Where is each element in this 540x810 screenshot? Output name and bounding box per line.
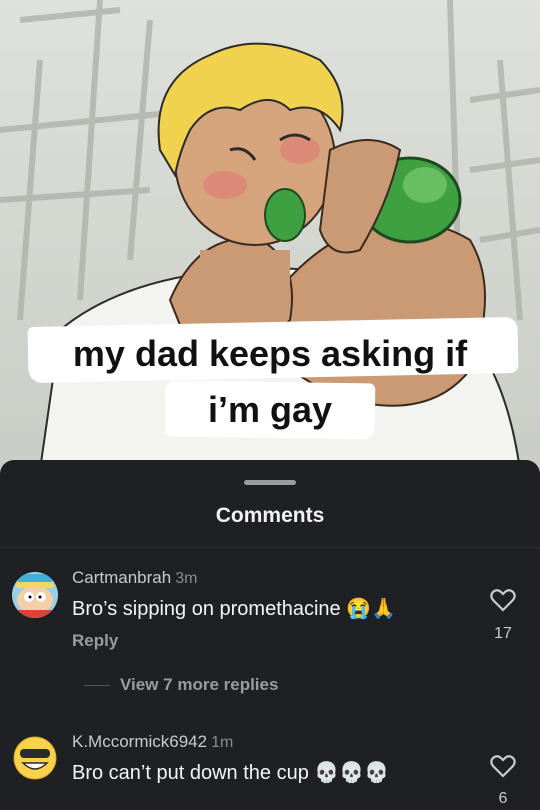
- heart-icon[interactable]: [490, 588, 516, 612]
- meme-caption-line: my dad keeps asking if: [72, 333, 468, 374]
- view-more-replies[interactable]: View 7 more replies: [120, 675, 278, 695]
- drag-handle[interactable]: [244, 480, 296, 485]
- cartoon-avatar-icon: [12, 572, 58, 618]
- reply-button[interactable]: Reply: [72, 631, 118, 651]
- avatar[interactable]: [12, 735, 58, 781]
- comment-text: Bro can’t put down the cup 💀💀💀: [72, 762, 390, 784]
- smiley-avatar-icon: [12, 735, 58, 781]
- comment-username[interactable]: Cartmanbrah 3m: [72, 568, 197, 588]
- comment-time: 3m: [175, 570, 198, 587]
- avatar[interactable]: [12, 572, 58, 618]
- comment-time: 1m: [211, 734, 234, 751]
- comment-username-text[interactable]: Cartmanbrah: [72, 568, 171, 587]
- comments-title: Comments: [215, 504, 325, 527]
- divider: [0, 547, 540, 548]
- like-count: 17: [494, 625, 512, 642]
- comments-sheet: Comments Cartmanbrah 3m Bro’s sipping on …: [0, 460, 540, 810]
- comment-username-text[interactable]: K.Mccormick6942: [72, 732, 207, 751]
- divider: [84, 685, 110, 686]
- comment-username[interactable]: K.Mccormick6942 1m: [72, 732, 233, 752]
- meme-caption-line: i’m gay: [207, 389, 333, 430]
- like-count: 6: [498, 790, 508, 807]
- heart-icon[interactable]: [490, 754, 516, 778]
- meme-image: my dad keeps asking if i’m gay: [0, 0, 540, 470]
- meme-caption: my dad keeps asking if i’m gay: [0, 326, 540, 438]
- comment-text: Bro’s sipping on promethacine 😭🙏: [72, 598, 397, 620]
